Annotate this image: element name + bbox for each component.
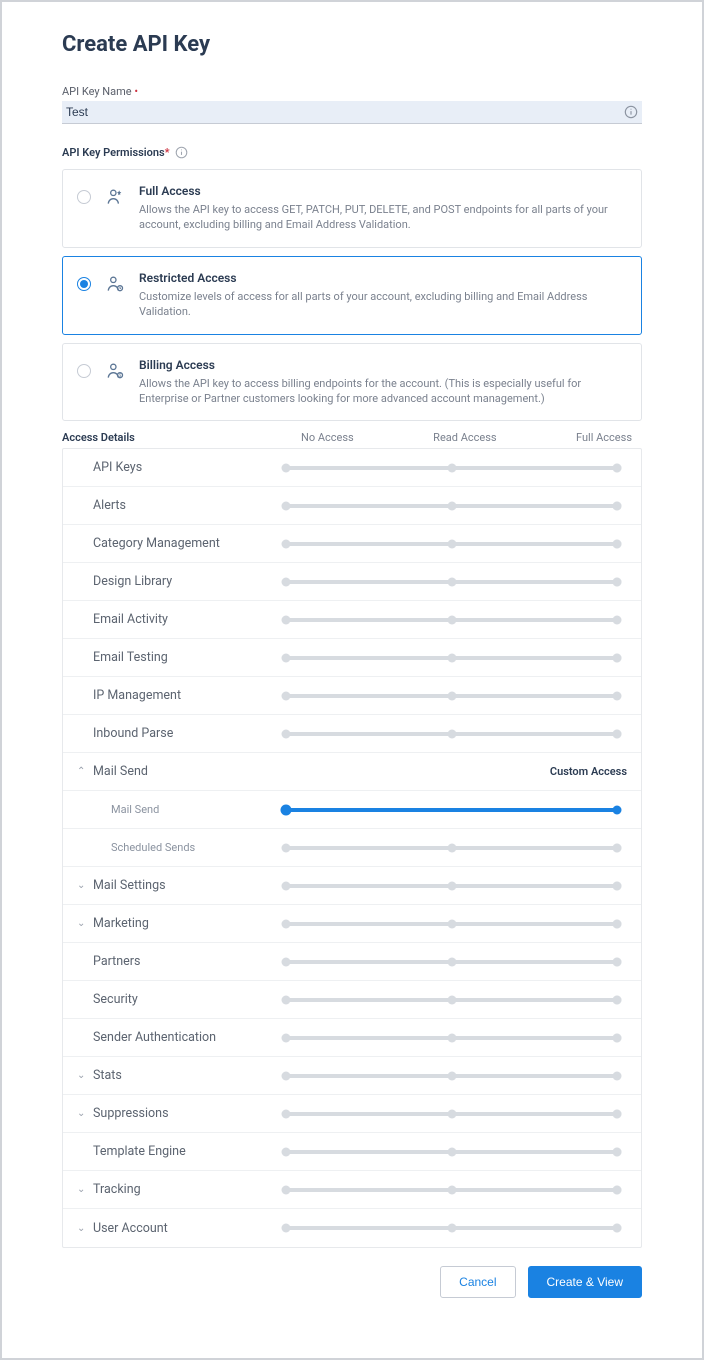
access-slider[interactable] [282,1036,627,1040]
access-row: Sender Authentication [63,1019,641,1057]
chevron-up-icon: ⌃ [77,766,87,777]
access-slider[interactable] [282,808,627,812]
access-row[interactable]: ⌄ Tracking [63,1171,641,1209]
access-row: IP Management [63,677,641,715]
option-title: Restricted Access [139,271,627,285]
create-view-button[interactable]: Create & View [528,1266,642,1298]
access-row: Email Activity [63,601,641,639]
access-slider[interactable] [282,846,627,850]
access-slider[interactable] [282,618,627,622]
permission-option[interactable]: Full Access Allows the API key to access … [62,169,642,248]
row-label: Inbound Parse [93,726,282,741]
access-slider[interactable] [282,884,627,888]
access-row[interactable]: ⌄ Suppressions [63,1095,641,1133]
access-slider[interactable] [282,1074,627,1078]
access-row: Template Engine [63,1133,641,1171]
chevron-down-icon: ⌄ [77,1184,87,1195]
user-permission-icon [105,187,125,207]
chevron-down-icon: ⌄ [77,1070,87,1081]
access-slider[interactable] [282,1226,627,1230]
access-row: Category Management [63,525,641,563]
permissions-label: API Key Permissions* [62,146,642,159]
access-subrow: Mail Send [63,791,641,829]
access-details-header: Access Details No Access Read Access Ful… [62,431,642,444]
radio-button[interactable] [77,364,91,378]
cancel-button[interactable]: Cancel [440,1266,515,1298]
info-icon [624,105,638,119]
row-label: User Account [93,1221,282,1236]
access-row: Security [63,981,641,1019]
chevron-down-icon: ⌄ [77,918,87,929]
option-description: Customize levels of access for all parts… [139,289,627,320]
access-slider[interactable] [282,732,627,736]
row-label: Mail Send [93,803,282,816]
row-label: Tracking [93,1182,282,1197]
access-row[interactable]: ⌄ Mail Settings [63,867,641,905]
row-label: Email Testing [93,650,282,665]
permission-option[interactable]: $ Billing Access Allows the API key to acc… [62,343,642,422]
access-row: Alerts [63,487,641,525]
access-slider[interactable] [282,998,627,1002]
access-slider[interactable] [282,504,627,508]
row-label: Mail Send [93,764,550,779]
access-row[interactable]: ⌃ Mail SendCustom Access [63,753,641,791]
access-slider[interactable] [282,694,627,698]
access-row: Partners [63,943,641,981]
row-label: Marketing [93,916,282,931]
radio-button[interactable] [77,190,91,204]
row-label: Partners [93,954,282,969]
row-label: Category Management [93,536,282,551]
access-slider[interactable] [282,1112,627,1116]
chevron-down-icon: ⌄ [77,880,87,891]
access-slider[interactable] [282,542,627,546]
chevron-down-icon: ⌄ [77,1108,87,1119]
option-title: Billing Access [139,358,627,372]
access-slider[interactable] [282,466,627,470]
row-label: Security [93,992,282,1007]
access-details-table: API Keys Alerts Category Management Design … [62,448,642,1248]
row-label: IP Management [93,688,282,703]
option-title: Full Access [139,184,627,198]
option-description: Allows the API key to access billing end… [139,376,627,407]
access-slider[interactable] [282,1150,627,1154]
option-description: Allows the API key to access GET, PATCH,… [139,202,627,233]
radio-button[interactable] [77,277,91,291]
user-permission-icon [105,274,125,294]
access-slider[interactable] [282,1188,627,1192]
row-label: Scheduled Sends [93,841,282,854]
permission-option[interactable]: Restricted Access Customize levels of acc… [62,256,642,335]
info-icon [175,146,188,159]
access-row: Inbound Parse [63,715,641,753]
custom-access-label: Custom Access [550,765,627,778]
access-row: Email Testing [63,639,641,677]
access-row: API Keys [63,449,641,487]
access-slider[interactable] [282,960,627,964]
chevron-down-icon: ⌄ [77,1223,87,1234]
row-label: Design Library [93,574,282,589]
name-label: API Key Name • [62,85,642,98]
row-label: Sender Authentication [93,1030,282,1045]
row-label: Suppressions [93,1106,282,1121]
row-label: Template Engine [93,1144,282,1159]
row-label: Email Activity [93,612,282,627]
row-label: API Keys [93,460,282,475]
access-subrow: Scheduled Sends [63,829,641,867]
access-slider[interactable] [282,580,627,584]
row-label: Stats [93,1068,282,1083]
api-key-name-input[interactable] [62,101,642,124]
page-title: Create API Key [62,32,642,57]
access-row[interactable]: ⌄ User Account [63,1209,641,1247]
access-slider[interactable] [282,922,627,926]
access-row[interactable]: ⌄ Marketing [63,905,641,943]
access-row[interactable]: ⌄ Stats [63,1057,641,1095]
access-slider[interactable] [282,656,627,660]
row-label: Alerts [93,498,282,513]
user-permission-icon: $ [105,361,125,381]
access-row: Design Library [63,563,641,601]
row-label: Mail Settings [93,878,282,893]
